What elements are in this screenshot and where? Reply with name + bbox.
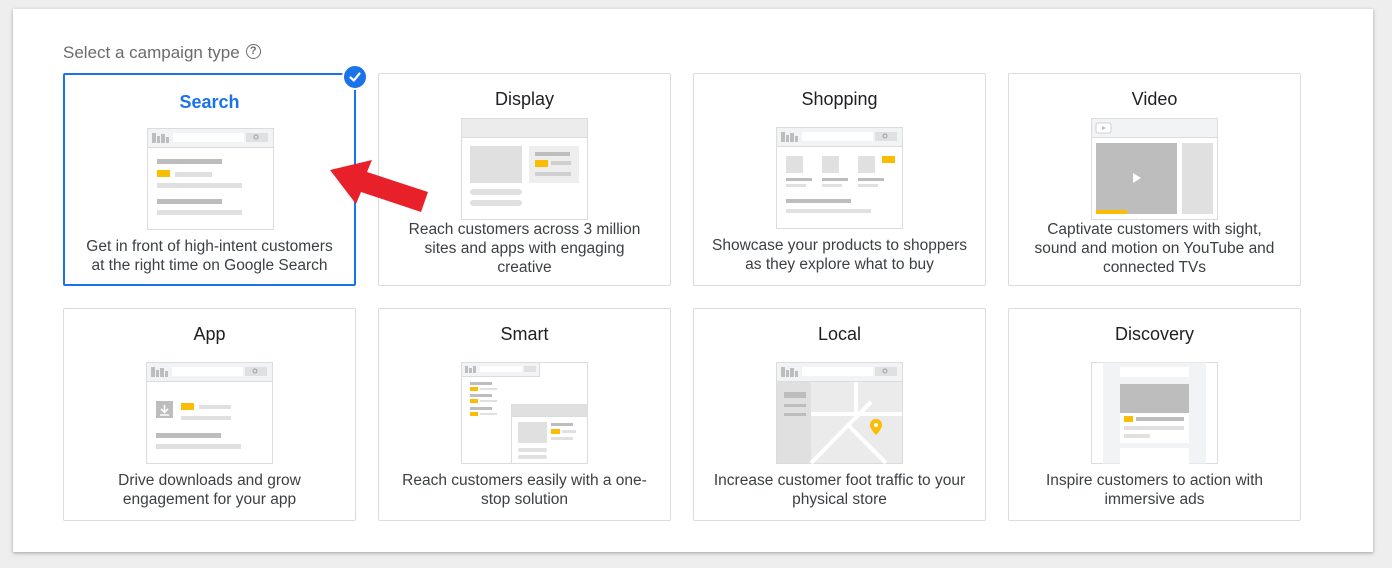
- card-title: App: [193, 324, 226, 344]
- search-results-illustration: [147, 128, 274, 230]
- campaign-card-video[interactable]: Video Captivate customers with sight, so…: [1008, 73, 1301, 286]
- video-player-illustration: [1091, 118, 1218, 220]
- card-description: Drive downloads and grow engagement for …: [118, 472, 301, 508]
- campaign-card-discovery[interactable]: Discovery Inspire customers to action wi…: [1008, 308, 1301, 521]
- card-title: Local: [817, 324, 862, 344]
- card-title: Discovery: [1114, 324, 1194, 344]
- card-description: Get in front of high-intent customers at…: [86, 238, 333, 274]
- campaign-card-shopping[interactable]: Shopping Showcase your products to shopp…: [693, 73, 986, 286]
- shopping-illustration: [776, 127, 903, 229]
- card-description: Increase customer foot traffic to your p…: [713, 472, 966, 508]
- campaign-card-search[interactable]: Search Get in front of high-intent custo…: [63, 73, 356, 286]
- section-heading: Select a campaign type ?: [63, 41, 261, 65]
- smart-illustration: [461, 362, 588, 464]
- discovery-feed-illustration: [1091, 362, 1218, 464]
- campaign-card-app[interactable]: App Drive downloads and grow engagement …: [63, 308, 356, 521]
- card-title: Video: [1131, 89, 1178, 109]
- card-title: Shopping: [801, 89, 878, 109]
- card-description: Showcase your products to shoppers as th…: [711, 237, 968, 273]
- card-description: Inspire customers to action with immersi…: [1045, 472, 1264, 508]
- card-title: Smart: [500, 324, 549, 344]
- card-description: Reach customers across 3 million sites a…: [408, 221, 641, 276]
- help-icon[interactable]: ?: [245, 43, 261, 59]
- card-description: Reach customers easily with a one- stop …: [402, 472, 647, 508]
- display-ad-illustration: [461, 118, 588, 220]
- card-description: Captivate customers with sight, sound an…: [1034, 221, 1275, 276]
- app-download-illustration: [146, 362, 273, 464]
- red-arrow-pointer: [330, 160, 428, 212]
- card-title: Display: [494, 89, 555, 109]
- local-map-illustration: [776, 362, 903, 464]
- heading-label: Select a campaign type: [63, 43, 240, 62]
- card-title: Search: [179, 92, 240, 112]
- campaign-card-local[interactable]: Local Increase customer foot traffic to …: [693, 308, 986, 521]
- campaign-card-smart[interactable]: Smart Reach customers easily with a one-…: [378, 308, 671, 521]
- selected-check-icon: [342, 64, 368, 90]
